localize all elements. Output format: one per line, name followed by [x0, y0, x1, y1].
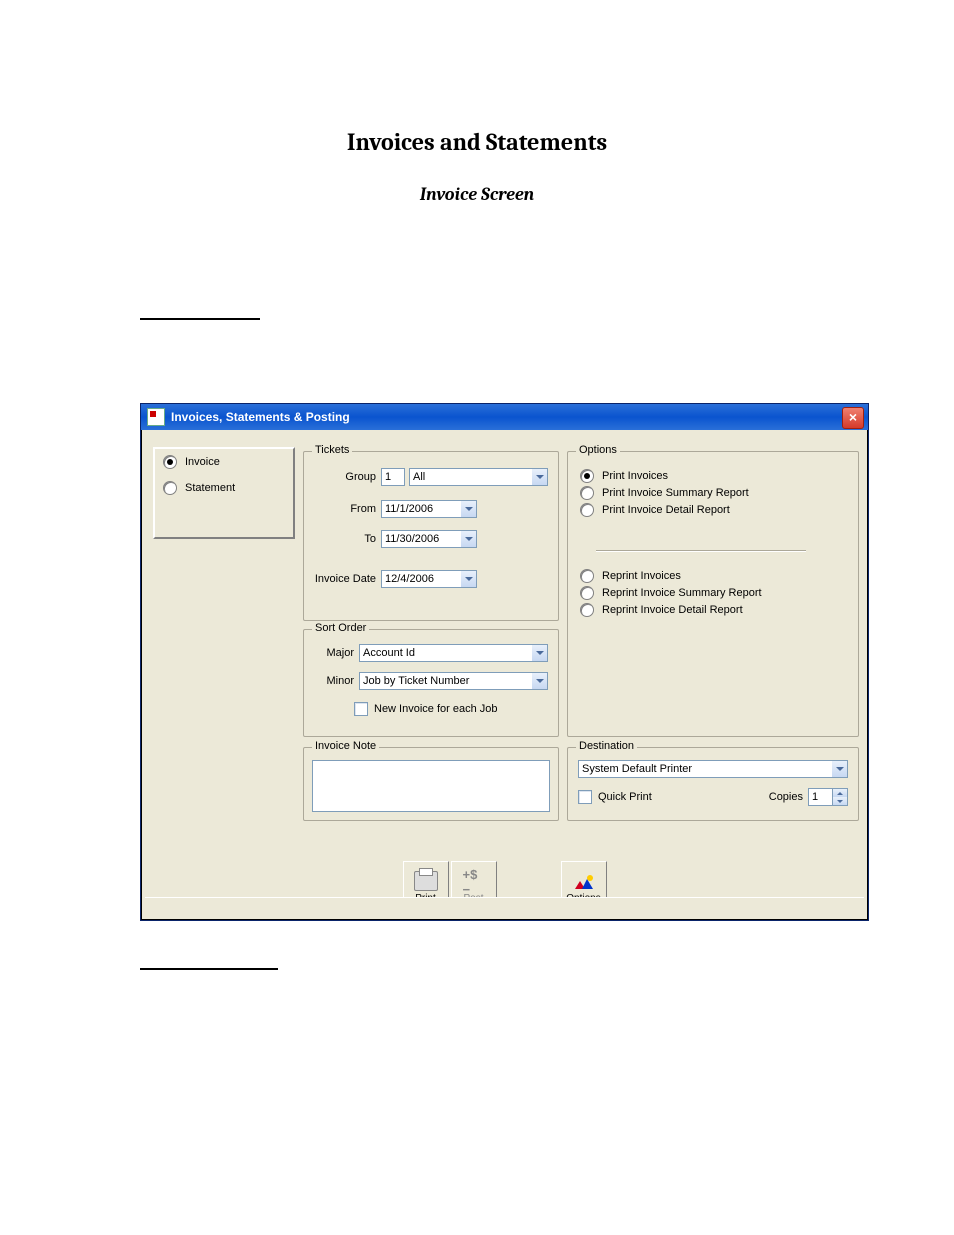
option-print-summary[interactable]: Print Invoice Summary Report	[580, 486, 749, 500]
radio-icon	[580, 503, 594, 517]
radio-icon	[580, 603, 594, 617]
status-bar	[145, 897, 864, 916]
mode-panel: Invoice Statement	[153, 447, 295, 539]
radio-icon	[163, 455, 177, 469]
section-divider	[140, 318, 260, 320]
minor-value: Job by Ticket Number	[359, 672, 532, 690]
minor-select[interactable]: Job by Ticket Number	[359, 672, 548, 690]
chevron-down-icon[interactable]	[461, 500, 477, 518]
chevron-down-icon[interactable]	[532, 644, 548, 662]
major-label: Major	[304, 647, 354, 659]
option-print-invoices[interactable]: Print Invoices	[580, 469, 749, 483]
tickets-legend: Tickets	[312, 444, 352, 456]
group-label: Group	[304, 471, 376, 483]
invoice-date-label: Invoice Date	[304, 573, 376, 585]
from-date-input[interactable]: 11/1/2006	[381, 500, 477, 518]
copies-value: 1	[808, 788, 832, 806]
chevron-down-icon[interactable]	[461, 530, 477, 548]
group-select[interactable]: All	[409, 468, 548, 486]
radio-icon	[580, 569, 594, 583]
document-subtitle: Invoice Screen	[0, 184, 954, 205]
post-icon: +$−	[463, 873, 485, 891]
new-invoice-label: New Invoice for each Job	[374, 703, 498, 715]
option-label: Print Invoice Summary Report	[602, 487, 749, 499]
document-title: Invoices and Statements	[0, 0, 954, 156]
major-value: Account Id	[359, 644, 532, 662]
section-divider	[140, 968, 278, 970]
invoice-note-group: Invoice Note	[303, 747, 559, 821]
quick-print-checkbox[interactable]: Quick Print	[578, 790, 652, 804]
to-date-value: 11/30/2006	[381, 530, 461, 548]
radio-icon	[163, 481, 177, 495]
mode-statement-label: Statement	[185, 482, 235, 494]
option-reprint-summary[interactable]: Reprint Invoice Summary Report	[580, 586, 762, 600]
chevron-down-icon[interactable]	[461, 570, 477, 588]
close-button[interactable]: ×	[842, 407, 864, 429]
to-label: To	[304, 533, 376, 545]
spinner-up-icon[interactable]	[833, 789, 847, 797]
chevron-down-icon[interactable]	[532, 672, 548, 690]
spinner-down-icon[interactable]	[833, 797, 847, 805]
window-title: Invoices, Statements & Posting	[171, 410, 350, 424]
checkbox-icon	[354, 702, 368, 716]
minor-label: Minor	[304, 675, 354, 687]
printer-value: System Default Printer	[578, 760, 832, 778]
from-date-value: 11/1/2006	[381, 500, 461, 518]
option-label: Print Invoice Detail Report	[602, 504, 730, 516]
radio-icon	[580, 486, 594, 500]
destination-legend: Destination	[576, 740, 637, 752]
copies-spinner[interactable]: 1	[808, 788, 848, 806]
invoice-note-textarea[interactable]	[312, 760, 550, 812]
quick-print-label: Quick Print	[598, 791, 652, 803]
option-print-detail[interactable]: Print Invoice Detail Report	[580, 503, 749, 517]
option-reprint-detail[interactable]: Reprint Invoice Detail Report	[580, 603, 762, 617]
chevron-down-icon[interactable]	[832, 760, 848, 778]
invoice-note-legend: Invoice Note	[312, 740, 379, 752]
new-invoice-checkbox[interactable]: New Invoice for each Job	[354, 702, 498, 716]
destination-group: Destination System Default Printer Quick…	[567, 747, 859, 821]
titlebar[interactable]: Invoices, Statements & Posting ×	[141, 404, 868, 430]
sort-order-group: Sort Order Major Account Id Minor Job by…	[303, 629, 559, 737]
mode-invoice-label: Invoice	[185, 456, 220, 468]
client-area: Invoice Statement Tickets Group 1 All	[143, 431, 866, 918]
invoice-date-input[interactable]: 12/4/2006	[381, 570, 477, 588]
invoice-date-value: 12/4/2006	[381, 570, 461, 588]
radio-icon	[580, 469, 594, 483]
option-label: Reprint Invoice Summary Report	[602, 587, 762, 599]
major-select[interactable]: Account Id	[359, 644, 548, 662]
option-reprint-invoices[interactable]: Reprint Invoices	[580, 569, 762, 583]
checkbox-icon	[578, 790, 592, 804]
sort-order-legend: Sort Order	[312, 622, 369, 634]
options-group: Options Print Invoices Print Invoice Sum…	[567, 451, 859, 737]
radio-icon	[580, 586, 594, 600]
chevron-down-icon[interactable]	[532, 468, 548, 486]
copies-label: Copies	[769, 791, 803, 803]
group-number-input[interactable]: 1	[381, 468, 405, 486]
options-icon	[573, 873, 595, 891]
to-date-input[interactable]: 11/30/2006	[381, 530, 477, 548]
option-label: Reprint Invoice Detail Report	[602, 604, 743, 616]
option-label: Print Invoices	[602, 470, 668, 482]
options-legend: Options	[576, 444, 620, 456]
options-separator	[596, 550, 806, 552]
printer-select[interactable]: System Default Printer	[578, 760, 848, 778]
printer-icon	[414, 871, 438, 891]
mode-invoice-radio[interactable]: Invoice	[163, 455, 285, 469]
from-label: From	[304, 503, 376, 515]
option-label: Reprint Invoices	[602, 570, 681, 582]
group-select-value: All	[409, 468, 532, 486]
invoices-window: Invoices, Statements & Posting × Invoice…	[140, 403, 869, 921]
tickets-group: Tickets Group 1 All From 11/1/2006	[303, 451, 559, 621]
mode-statement-radio[interactable]: Statement	[163, 481, 285, 495]
app-icon	[147, 408, 165, 426]
